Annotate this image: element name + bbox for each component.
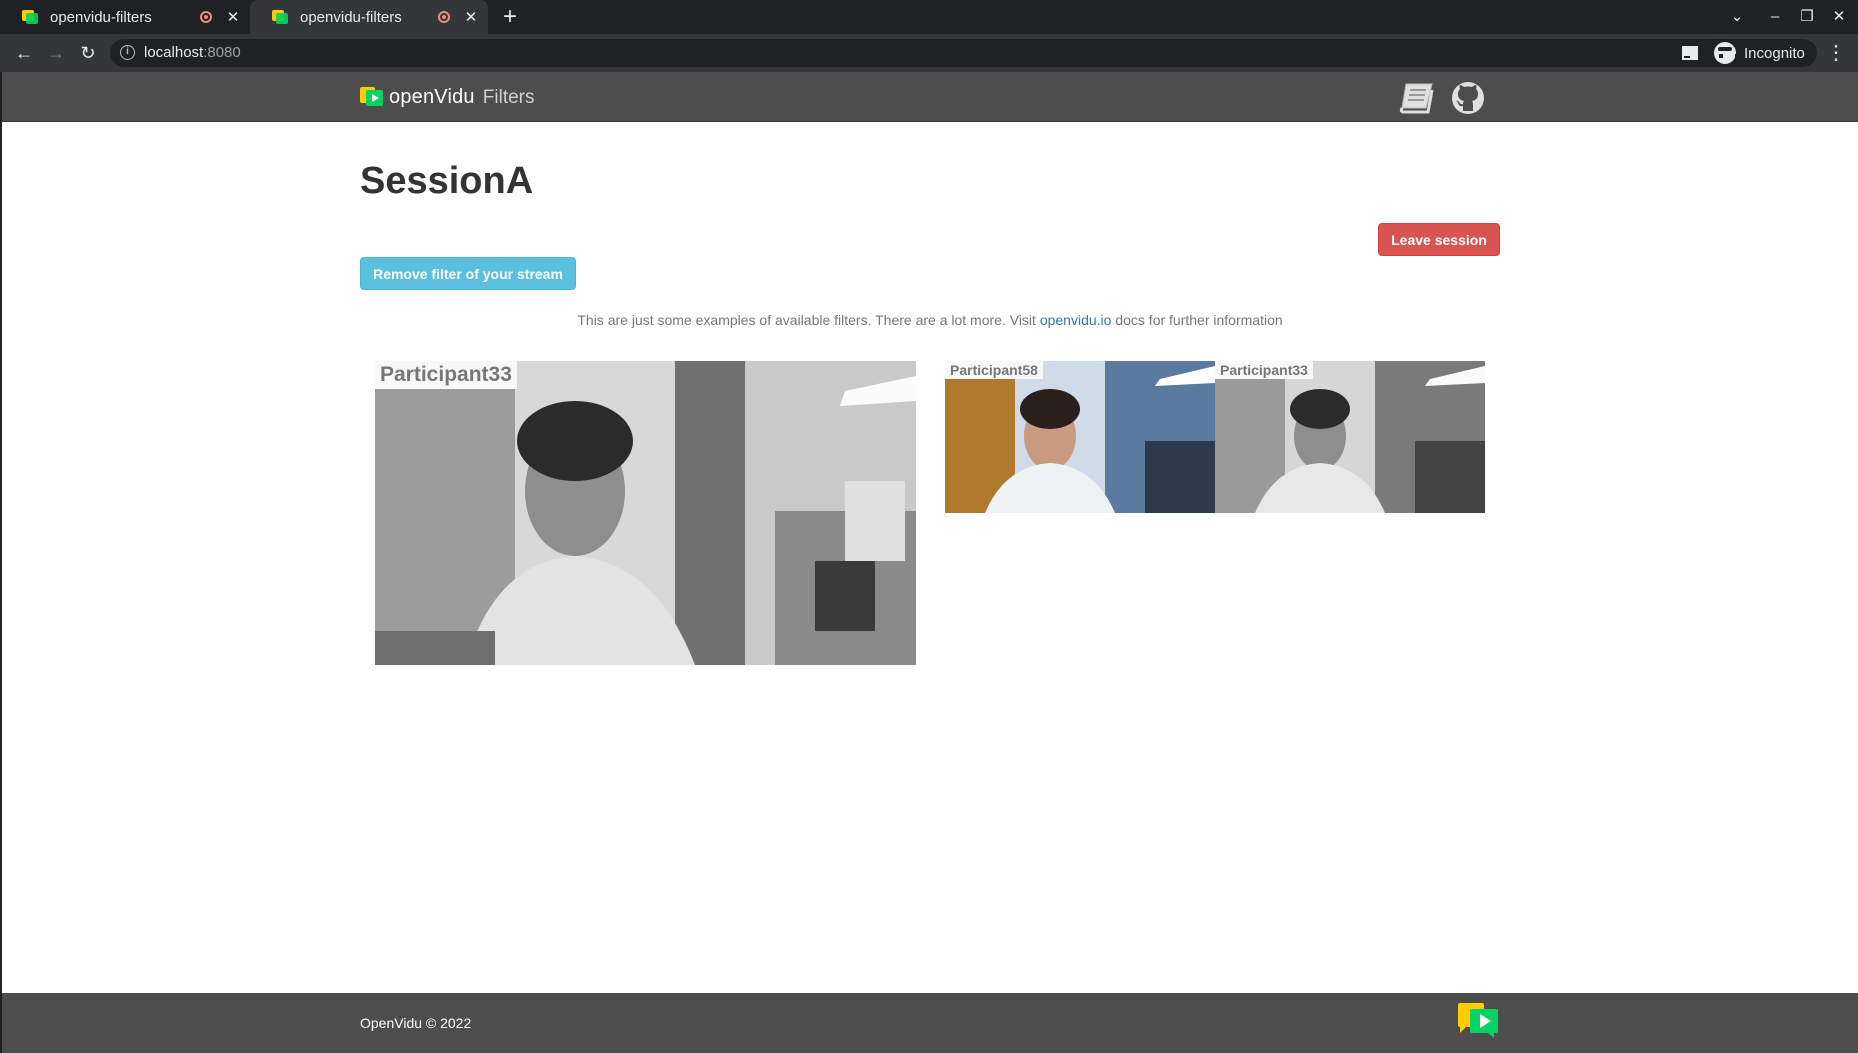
footer-copyright: OpenVidu © 2022 (360, 1015, 472, 1031)
recording-indicator-icon (200, 11, 212, 23)
reload-icon[interactable]: ↻ (74, 39, 102, 67)
participant-name-label: Participant58 (945, 361, 1043, 379)
browser-tab-bar: openvidu-filters ✕ openvidu-filters ✕ + … (0, 0, 1858, 34)
openvidu-favicon-icon (272, 9, 288, 25)
browser-menu-icon[interactable]: ⋮ (1826, 39, 1846, 67)
incognito-profile-button[interactable]: Incognito (1710, 39, 1817, 67)
tab-close-icon[interactable]: ✕ (226, 8, 240, 26)
browser-tab-1[interactable]: openvidu-filters ✕ (0, 0, 250, 34)
incognito-icon (1714, 42, 1739, 64)
tab-close-icon[interactable]: ✕ (464, 8, 478, 26)
main-video[interactable]: Participant33 (375, 361, 916, 665)
session-title: SessionA (360, 160, 534, 202)
page-viewport: openVidu Filters SessionA Leave session … (2, 72, 1858, 1053)
participant-name-label: Participant33 (375, 361, 517, 389)
tab-title: openvidu-filters (50, 8, 152, 26)
main-video-frame (375, 361, 916, 665)
openvidu-favicon-icon (22, 9, 38, 25)
incognito-label: Incognito (1744, 44, 1805, 62)
github-icon[interactable] (1451, 81, 1485, 115)
back-icon[interactable]: ← (10, 39, 38, 67)
brand-link[interactable]: openVidu Filters (360, 86, 535, 109)
openvidu-footer-logo-icon (1458, 1003, 1498, 1038)
recording-indicator-icon (438, 11, 450, 23)
side-panel-icon[interactable] (1682, 46, 1698, 60)
minimize-icon[interactable]: – (1760, 0, 1790, 34)
hint-text-before: This are just some examples of available… (577, 312, 1040, 328)
page-footer: OpenVidu © 2022 (2, 993, 1858, 1053)
hint-text-after: docs for further information (1111, 312, 1283, 328)
openvidu-logo-icon (360, 86, 384, 109)
tab-search-icon[interactable]: ⌄ (1722, 0, 1752, 34)
participant-name-label: Participant33 (1215, 361, 1313, 379)
app-navbar: openVidu Filters (2, 72, 1858, 122)
brand-suffix: Filters (482, 86, 535, 108)
new-tab-button[interactable]: + (498, 2, 522, 32)
url-text: localhost:8080 (144, 44, 241, 61)
site-info-icon[interactable]: i (120, 45, 135, 60)
participant-video-thumbnail[interactable]: Participant58 (945, 361, 1215, 513)
browser-tab-2[interactable]: openvidu-filters ✕ (250, 0, 488, 34)
documentation-book-icon[interactable] (1398, 82, 1436, 114)
window-close-icon[interactable]: ✕ (1824, 0, 1854, 34)
restore-icon[interactable]: ❐ (1792, 0, 1822, 34)
remove-filter-button[interactable]: Remove filter of your stream (360, 257, 576, 290)
browser-toolbar: ← → ↻ i localhost:8080 ☆ Incognito ⋮ (0, 34, 1858, 72)
filters-hint-text: This are just some examples of available… (2, 312, 1858, 328)
participant-video-frame (945, 361, 1215, 513)
url-host: localhost (144, 44, 204, 61)
forward-icon[interactable]: → (42, 39, 70, 67)
openvidu-link[interactable]: openvidu.io (1040, 312, 1112, 328)
participant-video-frame (1215, 361, 1485, 513)
address-bar[interactable]: i localhost:8080 ☆ (110, 39, 1780, 67)
tab-title: openvidu-filters (300, 8, 402, 26)
participant-video-thumbnail[interactable]: Participant33 (1215, 361, 1485, 513)
brand-name: openVidu (389, 86, 475, 108)
leave-session-button[interactable]: Leave session (1378, 223, 1500, 256)
url-port: :8080 (203, 44, 241, 61)
